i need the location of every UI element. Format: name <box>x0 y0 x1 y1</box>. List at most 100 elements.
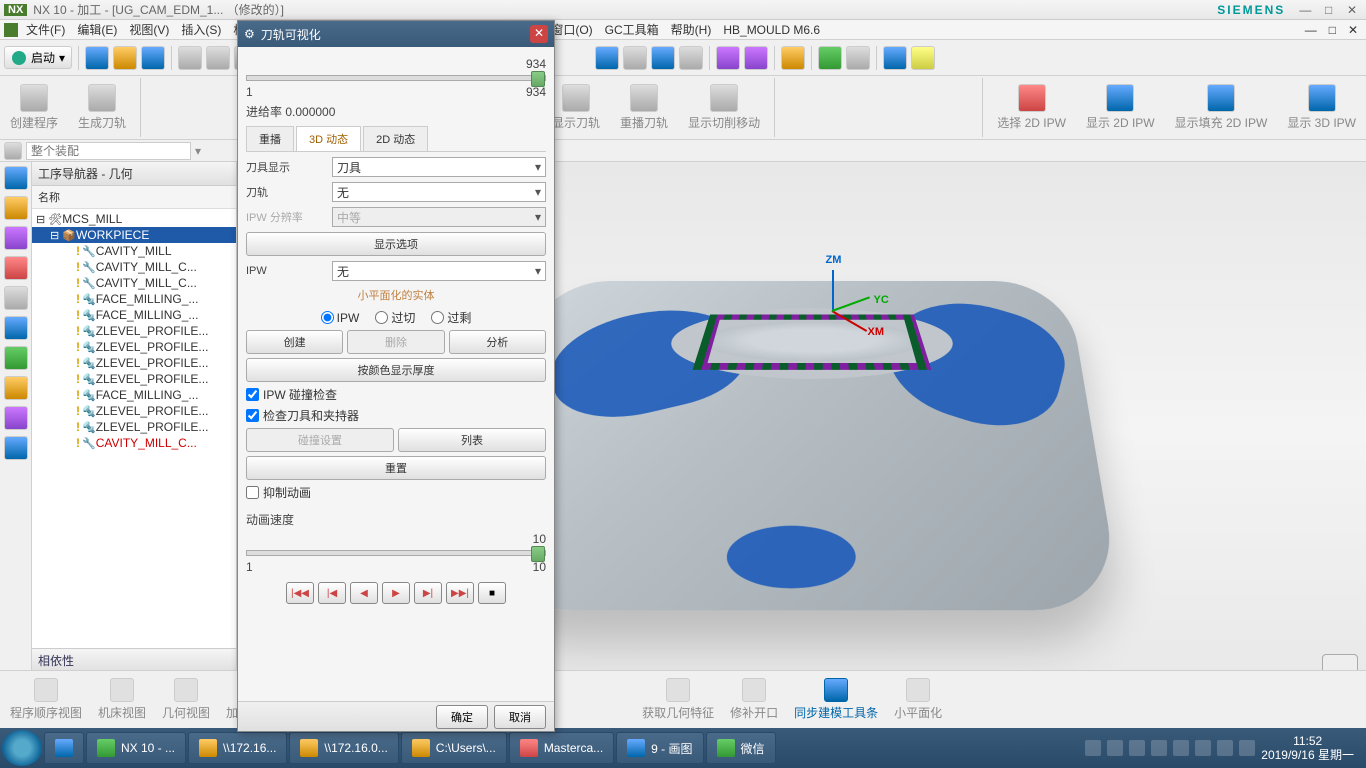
menu-edit[interactable]: 编辑(E) <box>73 21 121 38</box>
ribbon-show-fill-2d-ipw[interactable]: 显示填充 2D IPW <box>1169 78 1274 137</box>
radio-ipw[interactable]: IPW <box>321 309 360 326</box>
menu-insert[interactable]: 插入(S) <box>177 21 225 38</box>
dialog-close-button[interactable]: ✕ <box>530 25 548 43</box>
tool-zoom[interactable] <box>623 46 647 70</box>
tree-op-7[interactable]: !🔩 ZLEVEL_PROFILE... <box>32 355 236 371</box>
tree-workpiece[interactable]: ⊟ 📦 WORKPIECE <box>32 227 236 243</box>
anim-speed-slider[interactable] <box>246 550 546 556</box>
play-stop-button[interactable]: ■ <box>478 582 506 604</box>
menu-gc-toolbox[interactable]: GC工具箱 <box>601 21 663 38</box>
tree-op-10[interactable]: !🔩 ZLEVEL_PROFILE... <box>32 403 236 419</box>
ok-button[interactable]: 确定 <box>436 705 488 729</box>
btm-patch-opening[interactable]: 修补开口 <box>726 678 782 721</box>
show-thickness-button[interactable]: 按颜色显示厚度 <box>246 358 546 382</box>
side-part-icon[interactable] <box>4 196 28 220</box>
btm-geometry-view[interactable]: 几何视图 <box>158 678 214 721</box>
btm-program-view[interactable]: 程序顺序视图 <box>6 678 86 721</box>
taskbar-clock[interactable]: 11:52 2019/9/16 星期一 <box>1261 734 1354 763</box>
tray-icon[interactable] <box>1195 740 1211 756</box>
taskbar-mastercam[interactable]: Masterca... <box>509 732 614 764</box>
start-button[interactable] <box>2 730 42 766</box>
maximize-button[interactable]: □ <box>1319 3 1339 17</box>
ribbon-create-program[interactable]: 创建程序 <box>4 78 64 137</box>
ribbon-show-cut-move[interactable]: 显示切削移动 <box>682 78 766 137</box>
side-assembly-icon[interactable] <box>4 226 28 250</box>
ribbon-show-3d-ipw[interactable]: 显示 3D IPW <box>1281 78 1362 137</box>
btm-get-feature[interactable]: 获取几何特征 <box>638 678 718 721</box>
tool-layer[interactable] <box>716 46 740 70</box>
side-reuse-icon[interactable] <box>4 286 28 310</box>
play-prev-button[interactable]: |◀ <box>318 582 346 604</box>
tool-layer-visible[interactable] <box>744 46 768 70</box>
frame-slider[interactable] <box>246 75 546 81</box>
tool-measure[interactable] <box>883 46 907 70</box>
tool-new[interactable] <box>85 46 109 70</box>
nav-column-name[interactable]: 名称 <box>32 186 236 209</box>
ribbon-select-2d-ipw[interactable]: 选择 2D IPW <box>991 78 1072 137</box>
tree-op-8[interactable]: !🔩 ZLEVEL_PROFILE... <box>32 371 236 387</box>
start-menu-button[interactable]: 启动 ▾ <box>4 46 72 69</box>
tool-shade[interactable] <box>651 46 675 70</box>
doc-minimize-button[interactable]: — <box>1301 23 1321 37</box>
close-button[interactable]: ✕ <box>1342 3 1362 17</box>
play-next-button[interactable]: ▶| <box>414 582 442 604</box>
menu-view[interactable]: 视图(V) <box>125 21 173 38</box>
btm-sync-modeling[interactable]: 同步建模工具条 <box>790 678 882 721</box>
tool-copy[interactable] <box>206 46 230 70</box>
tree-op-11[interactable]: !🔩 ZLEVEL_PROFILE... <box>32 419 236 435</box>
play-last-button[interactable]: ▶▶| <box>446 582 474 604</box>
create-button[interactable]: 创建 <box>246 330 343 354</box>
menu-help[interactable]: 帮助(H) <box>667 21 716 38</box>
radio-gouge[interactable]: 过切 <box>375 309 415 326</box>
side-history-icon[interactable] <box>4 316 28 340</box>
tray-icon[interactable] <box>1151 740 1167 756</box>
tree-op-6[interactable]: !🔩 ZLEVEL_PROFILE... <box>32 339 236 355</box>
tool-play[interactable] <box>818 46 842 70</box>
tree-op-12[interactable]: !🔧 CAVITY_MILL_C... <box>32 435 236 451</box>
tool-color[interactable] <box>781 46 805 70</box>
tool-open[interactable] <box>113 46 137 70</box>
tray-icon[interactable] <box>1217 740 1233 756</box>
ribbon-show-2d-ipw[interactable]: 显示 2D IPW <box>1080 78 1161 137</box>
play-forward-button[interactable]: ▶ <box>382 582 410 604</box>
tool-fit[interactable] <box>595 46 619 70</box>
show-options-button[interactable]: 显示选项 <box>246 232 546 256</box>
tool-cut[interactable] <box>178 46 202 70</box>
tool-record[interactable] <box>846 46 870 70</box>
tab-2d-dynamic[interactable]: 2D 动态 <box>363 126 428 151</box>
side-web-icon[interactable] <box>4 346 28 370</box>
tree-op-1[interactable]: !🔧 CAVITY_MILL_C... <box>32 259 236 275</box>
tool-ruler[interactable] <box>911 46 935 70</box>
side-roles-icon[interactable] <box>4 376 28 400</box>
tree-op-2[interactable]: !🔧 CAVITY_MILL_C... <box>32 275 236 291</box>
tray-icon[interactable] <box>1085 740 1101 756</box>
tree-op-4[interactable]: !🔩 FACE_MILLING_... <box>32 307 236 323</box>
play-back-button[interactable]: ◀ <box>350 582 378 604</box>
taskbar-folder1[interactable]: \\172.16... <box>188 732 287 764</box>
taskbar-nx[interactable]: NX 10 - ... <box>86 732 186 764</box>
taskbar-folder2[interactable]: \\172.16.0... <box>289 732 398 764</box>
btm-machine-view[interactable]: 机床视图 <box>94 678 150 721</box>
tree-root-mcs[interactable]: ⊟ 🛠 MCS_MILL <box>32 211 236 227</box>
reset-button[interactable]: 重置 <box>246 456 546 480</box>
ribbon-gen-path[interactable]: 生成刀轨 <box>72 78 132 137</box>
dialog-titlebar[interactable]: ⚙ 刀轨可视化 ✕ <box>238 21 554 47</box>
tree-op-3[interactable]: !🔩 FACE_MILLING_... <box>32 291 236 307</box>
doc-close-button[interactable]: ✕ <box>1344 23 1362 37</box>
side-help-icon[interactable] <box>4 436 28 460</box>
taskbar-paint[interactable]: 9 - 画图 <box>616 732 703 764</box>
menu-file[interactable]: 文件(F) <box>22 21 69 38</box>
taskbar-folder3[interactable]: C:\Users\... <box>401 732 507 764</box>
tray-icon[interactable] <box>1129 740 1145 756</box>
tree-op-5[interactable]: !🔩 ZLEVEL_PROFILE... <box>32 323 236 339</box>
minimize-button[interactable]: — <box>1295 3 1315 17</box>
tool-display-select[interactable]: 刀具▾ <box>332 157 546 177</box>
tool-save[interactable] <box>141 46 165 70</box>
check-tool-holder-checkbox[interactable] <box>246 409 259 422</box>
tree-op-9[interactable]: !🔩 FACE_MILLING_... <box>32 387 236 403</box>
tray-icon[interactable] <box>1173 740 1189 756</box>
ipw-collision-checkbox[interactable] <box>246 388 259 401</box>
doc-restore-button[interactable]: □ <box>1325 23 1340 37</box>
path-select[interactable]: 无▾ <box>332 182 546 202</box>
side-nav-icon[interactable] <box>4 166 28 190</box>
